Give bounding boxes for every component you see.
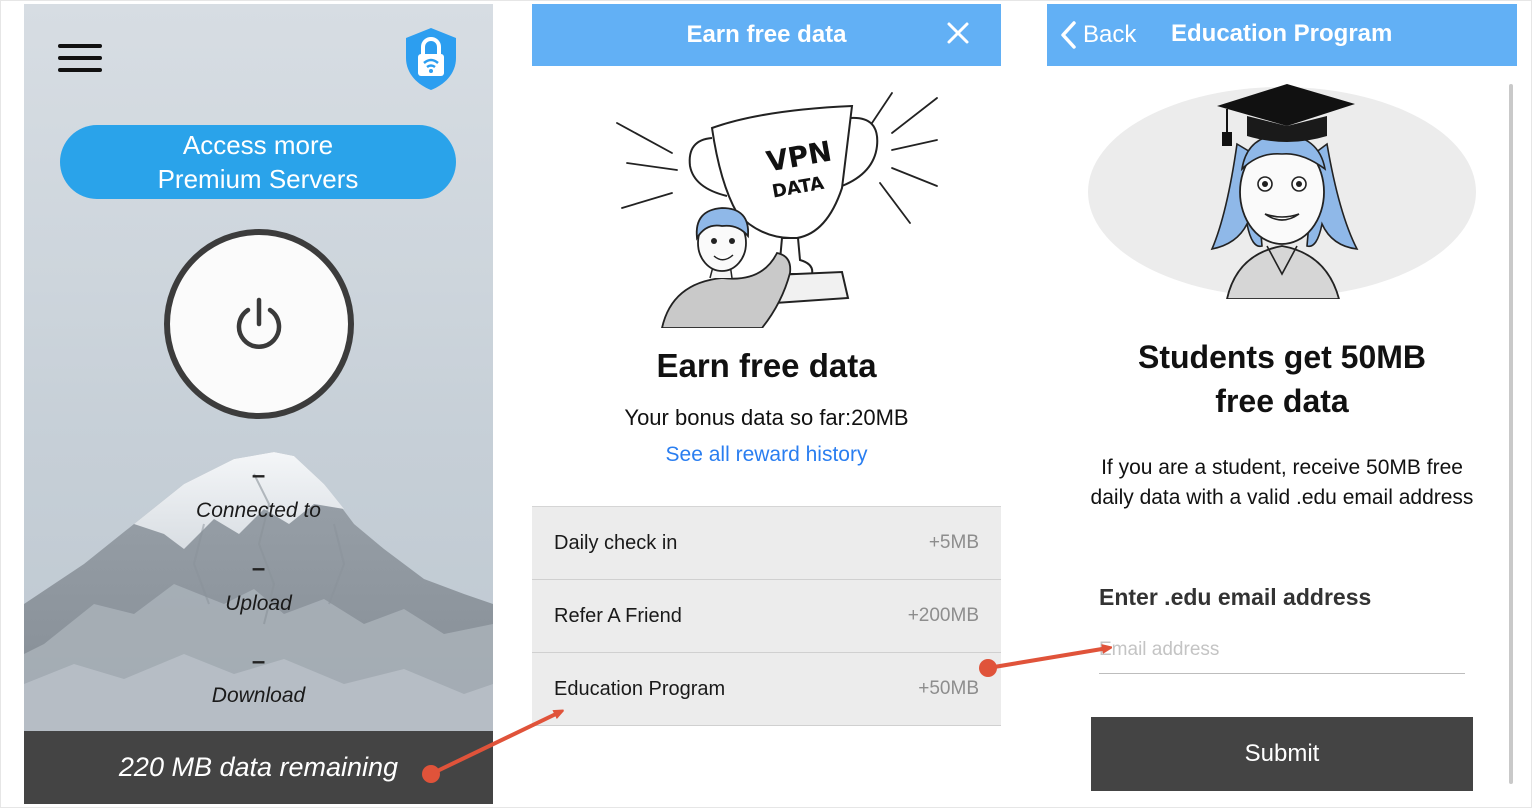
access-premium-servers-button[interactable]: Access more Premium Servers [60,125,456,199]
reward-history-link[interactable]: See all reward history [532,443,1001,467]
reward-row-education-program[interactable]: Education Program +50MB [532,653,1001,726]
connected-to-value: – [251,462,266,489]
premium-button-line2: Premium Servers [157,164,359,194]
chevron-left-icon [1061,21,1076,49]
data-remaining-bar[interactable]: 220 MB data remaining [24,731,493,804]
reward-name: Refer A Friend [554,604,682,627]
education-header-title: Education Program [1171,20,1393,47]
reward-row-daily-check-in[interactable]: Daily check in +5MB [532,507,1001,580]
earn-title: Earn free data [656,347,877,384]
vpn-shield-lock-icon[interactable] [400,26,462,92]
trophy-illustration: VPN DATA [616,92,938,328]
reward-list: Daily check in +5MB Refer A Friend +200M… [532,506,1001,726]
reward-amount: +5MB [928,532,979,553]
power-icon [236,297,282,349]
power-connect-button[interactable] [164,229,354,419]
upload-value: – [251,555,266,582]
bonus-data-text: Your bonus data so far:20MB [624,405,909,430]
reward-name: Education Program [554,677,726,700]
education-program-screen: Back Education Program Students get 50MB… [1047,4,1517,804]
back-label: Back [1083,21,1137,48]
menu-line [58,68,102,72]
connected-to-label: Connected to [196,499,321,522]
reward-row-refer-a-friend[interactable]: Refer A Friend +200MB [532,580,1001,653]
earn-header-title: Earn free data [686,21,847,48]
download-value: – [251,648,266,675]
upload-label: Upload [225,592,292,615]
hamburger-menu-icon[interactable] [58,42,102,74]
close-icon[interactable] [943,18,973,48]
earn-header: Earn free data [532,4,1001,66]
education-headline: Students get 50MB free data [1077,335,1487,423]
reward-amount: +200MB [907,605,979,626]
education-header: Back Education Program [1047,4,1517,66]
headline-line2: free data [1215,383,1349,419]
home-screen: Access more Premium Servers – Connected … [24,4,493,804]
education-description: If you are a student, receive 50MB free … [1090,456,1474,509]
email-field-label: Enter .edu email address [1099,584,1372,610]
back-button[interactable]: Back [1059,17,1136,53]
premium-button-line1: Access more [182,130,334,160]
menu-line [58,56,102,60]
submit-button[interactable]: Submit [1091,717,1473,791]
graduate-student-illustration [1088,84,1476,299]
scrollbar[interactable] [1509,84,1513,784]
reward-amount: +50MB [918,678,979,699]
download-label: Download [211,684,306,707]
edu-email-input[interactable] [1099,626,1465,674]
data-remaining-text: 220 MB data remaining [118,752,399,782]
menu-line [58,44,102,48]
earn-free-data-screen: Earn free data VPN DATA Earn free data Y… [532,4,1001,804]
reward-name: Daily check in [554,531,678,554]
headline-line1: Students get 50MB [1137,339,1427,375]
